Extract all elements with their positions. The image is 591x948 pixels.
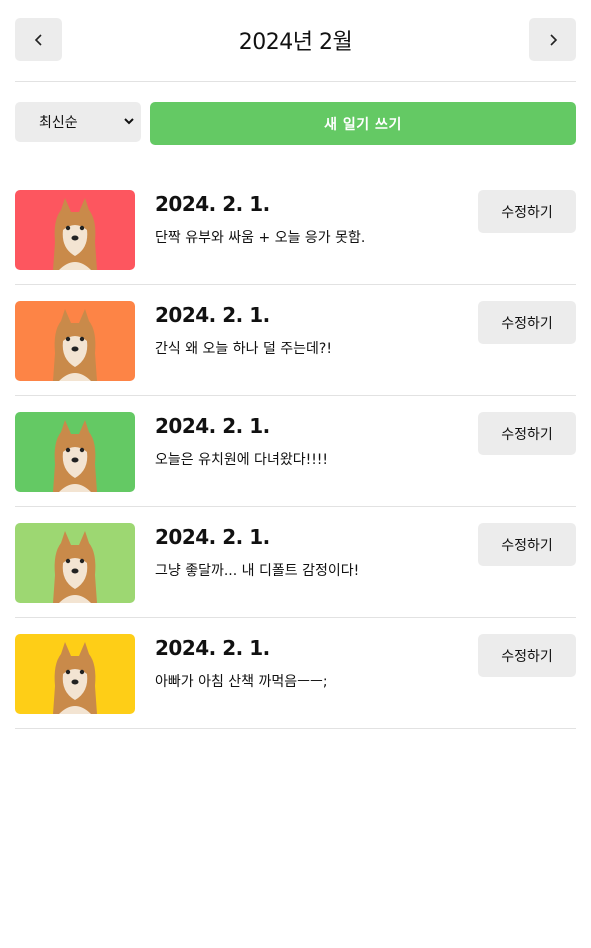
edit-button[interactable]: 수정하기 xyxy=(478,412,576,455)
diary-item: 2024. 2. 1. 간식 왜 오늘 하나 덜 주는데?! 수정하기 xyxy=(15,285,576,396)
diary-list: 2024. 2. 1. 단짝 유부와 싸움 + 오늘 응가 못함. 수정하기 2… xyxy=(15,174,576,729)
chevron-down-icon xyxy=(124,118,134,125)
dog-image xyxy=(15,301,135,381)
emotion-image[interactable] xyxy=(15,190,135,270)
dog-image xyxy=(15,634,135,714)
header: 2024년 2월 xyxy=(15,18,576,62)
new-diary-button[interactable]: 새 일기 쓰기 xyxy=(150,102,576,145)
header-divider xyxy=(15,81,576,82)
diary-date: 2024. 2. 1. xyxy=(155,192,270,216)
diary-content: 오늘은 유치원에 다녀왔다!!!! xyxy=(155,452,329,468)
next-month-button[interactable] xyxy=(529,18,576,61)
sort-select-value: 최신순 xyxy=(39,115,78,131)
chevron-right-icon xyxy=(549,33,557,46)
diary-content: 그냥 좋달까... 내 디폴트 감정이다! xyxy=(155,563,360,579)
diary-content: 단짝 유부와 싸움 + 오늘 응가 못함. xyxy=(155,230,366,246)
diary-item: 2024. 2. 1. 단짝 유부와 싸움 + 오늘 응가 못함. 수정하기 xyxy=(15,174,576,285)
diary-date: 2024. 2. 1. xyxy=(155,414,270,438)
page-title: 2024년 2월 xyxy=(238,30,353,55)
edit-button[interactable]: 수정하기 xyxy=(478,523,576,566)
diary-item: 2024. 2. 1. 오늘은 유치원에 다녀왔다!!!! 수정하기 xyxy=(15,396,576,507)
sort-select[interactable]: 최신순 xyxy=(15,102,141,142)
edit-button[interactable]: 수정하기 xyxy=(478,301,576,344)
edit-button[interactable]: 수정하기 xyxy=(478,190,576,233)
dog-image xyxy=(15,523,135,603)
controls: 최신순 새 일기 쓰기 xyxy=(15,102,576,145)
emotion-image[interactable] xyxy=(15,301,135,381)
dog-image xyxy=(15,412,135,492)
diary-item: 2024. 2. 1. 그냥 좋달까... 내 디폴트 감정이다! 수정하기 xyxy=(15,507,576,618)
diary-content: 간식 왜 오늘 하나 덜 주는데?! xyxy=(155,341,332,357)
dog-image xyxy=(15,190,135,270)
diary-item: 2024. 2. 1. 아빠가 아침 산책 까먹음ㅡㅡ; 수정하기 xyxy=(15,618,576,729)
edit-button[interactable]: 수정하기 xyxy=(478,634,576,677)
diary-date: 2024. 2. 1. xyxy=(155,525,270,549)
diary-date: 2024. 2. 1. xyxy=(155,303,270,327)
diary-date: 2024. 2. 1. xyxy=(155,636,270,660)
diary-content: 아빠가 아침 산책 까먹음ㅡㅡ; xyxy=(155,674,328,690)
emotion-image[interactable] xyxy=(15,523,135,603)
emotion-image[interactable] xyxy=(15,634,135,714)
emotion-image[interactable] xyxy=(15,412,135,492)
